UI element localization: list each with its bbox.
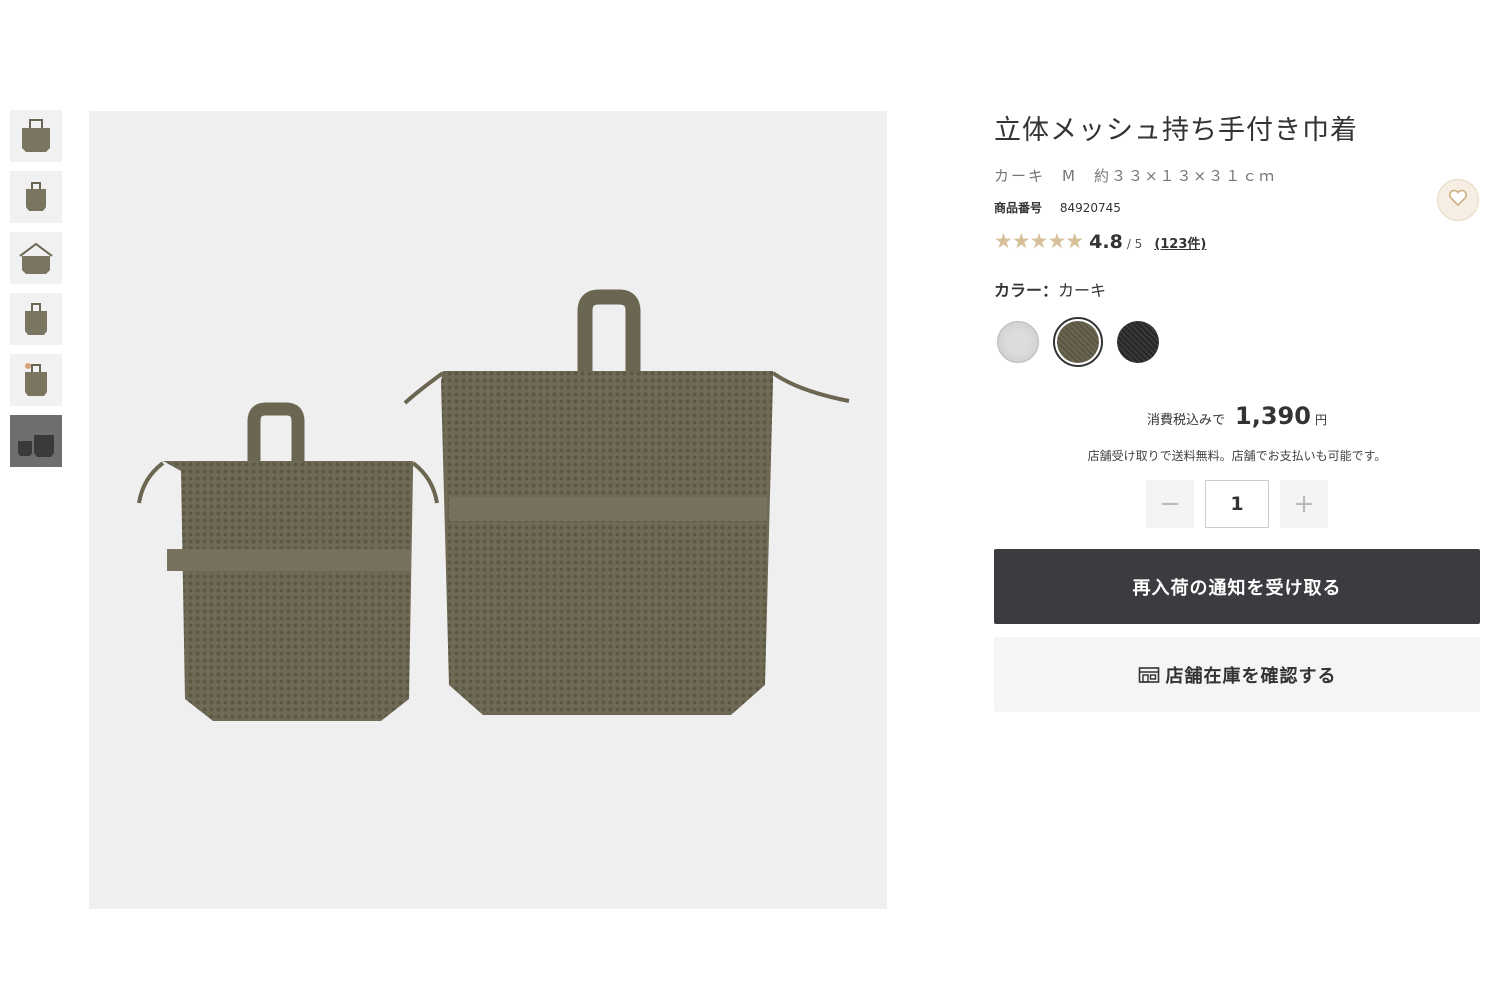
store-stock-label: 店舗在庫を確認する	[1165, 665, 1337, 687]
product-sku: 商品番号 84920745	[994, 199, 1480, 216]
rating-out-of: / 5	[1126, 237, 1143, 251]
color-selector-label: カラー：カーキ	[994, 277, 1480, 301]
product-main-image	[89, 111, 887, 909]
sku-label: 商品番号	[994, 201, 1043, 215]
star-rating-icon: ★★★★★	[994, 229, 1084, 253]
quantity-decrease-button[interactable]: −	[1146, 480, 1194, 528]
thumbnail-1[interactable]	[10, 110, 62, 162]
thumbnail-3[interactable]	[10, 232, 62, 284]
product-title: 立体メッシュ持ち手付き巾着	[994, 115, 1358, 146]
shipping-note: 店舗受け取りで送料無料。店舗でお支払いも可能です。	[1087, 449, 1387, 463]
swatch-light-gray[interactable]	[997, 321, 1039, 363]
restock-notify-button[interactable]: 再入荷の通知を受け取る	[994, 549, 1480, 624]
thumbnail-list	[10, 110, 63, 476]
quantity-input[interactable]: 1	[1205, 480, 1269, 528]
thumbnail-6[interactable]	[10, 415, 62, 467]
rating-score: 4.8	[1089, 231, 1123, 253]
color-label: カラー：	[994, 281, 1059, 300]
store-stock-button[interactable]: 店舗在庫を確認する	[994, 637, 1480, 712]
small-bag-illustration	[137, 402, 439, 721]
thumbnail-5[interactable]	[10, 354, 62, 406]
product-variant: カーキ M 約３３×１３×３１ｃｍ	[994, 167, 1277, 185]
tax-label: 消費税込みで	[1147, 413, 1226, 428]
restock-notify-label: 再入荷の通知を受け取る	[1132, 577, 1342, 599]
review-count-link[interactable]: (123件)	[1154, 233, 1206, 252]
product-info: 立体メッシュ持ち手付き巾着 カーキ M 約３３×１３×３１ｃｍ 商品番号 849…	[994, 112, 1480, 712]
sku-value: 84920745	[1059, 201, 1121, 215]
price-currency: 円	[1314, 413, 1327, 427]
color-swatches	[997, 317, 1480, 367]
rating: ★★★★★ 4.8 / 5 (123件)	[994, 229, 1480, 253]
large-bag-illustration	[403, 289, 850, 715]
swatch-khaki[interactable]	[1053, 317, 1103, 367]
price: 消費税込みで 1,390 円	[994, 402, 1480, 430]
quantity-increase-button[interactable]: +	[1280, 480, 1328, 528]
thumbnail-4[interactable]	[10, 293, 62, 345]
selected-color: カーキ	[1058, 281, 1107, 300]
quantity-stepper: − 1 +	[994, 480, 1480, 528]
swatch-black[interactable]	[1117, 321, 1159, 363]
price-amount: 1,390	[1235, 402, 1311, 430]
store-icon	[1138, 666, 1160, 684]
thumbnail-2[interactable]	[10, 171, 62, 223]
